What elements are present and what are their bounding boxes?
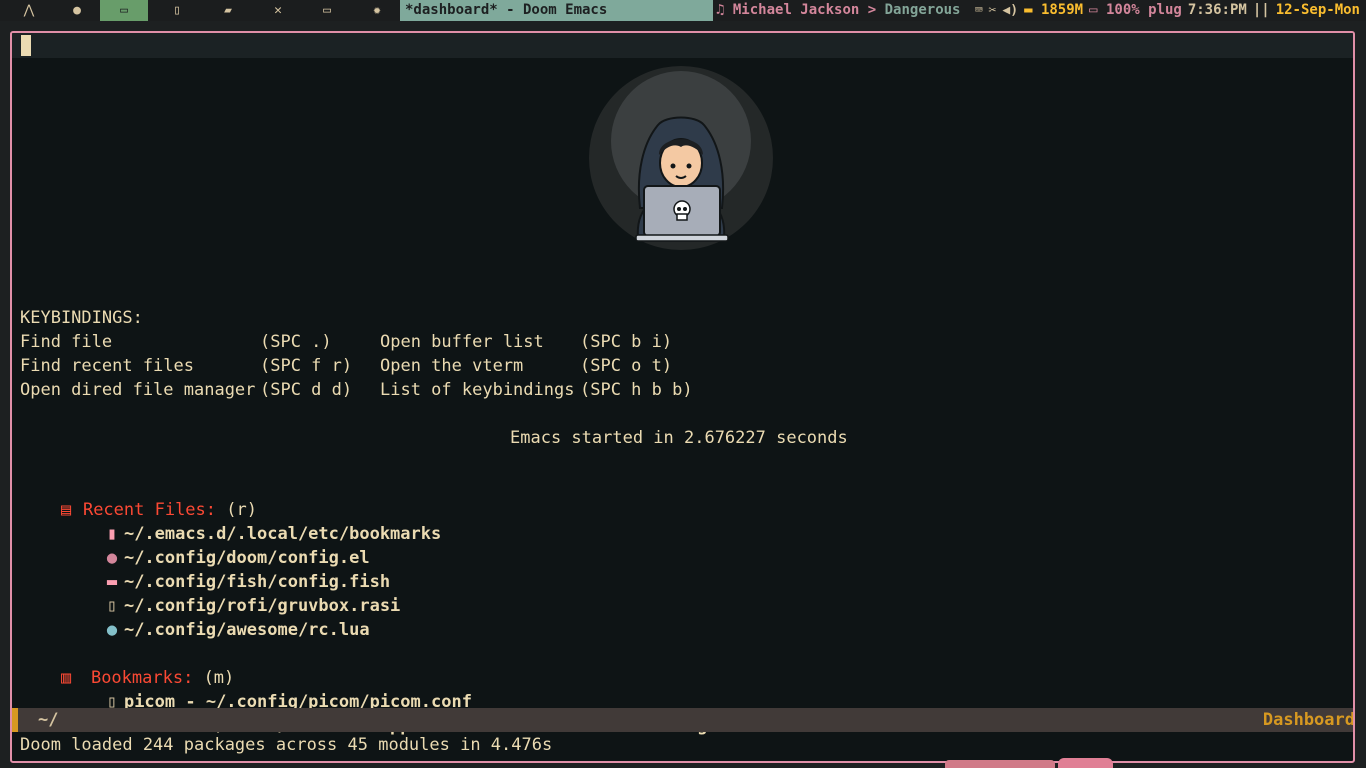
notebook-icon[interactable]: ▯ xyxy=(164,0,190,21)
status-widgets: ⌨ ✂ ◀) ▬ 1859M ▭ 100% plug 7:36:PM || 12… xyxy=(975,0,1360,21)
memory-widget: ▬ 1859M xyxy=(1024,0,1083,21)
date: 12-Sep-Mon xyxy=(1275,2,1360,18)
battery-icon: ▭ xyxy=(1089,2,1098,18)
keybinding-key: (SPC f r) xyxy=(260,356,353,376)
folder-icon[interactable]: ▰ xyxy=(215,0,241,21)
mode-line: ~/ Dashboard xyxy=(12,708,1353,732)
keybinding-label[interactable]: List of keybindings xyxy=(380,378,574,402)
window-title[interactable]: *dashboard* - Doom Emacs xyxy=(400,0,713,21)
keybinding-key: (SPC o t) xyxy=(580,356,673,376)
music-note-icon: ♫ xyxy=(716,2,725,18)
tools-icon[interactable]: ✕ xyxy=(265,0,291,21)
dashboard-banner-image xyxy=(589,66,773,250)
recent-file-path: ~/.config/awesome/rc.lua xyxy=(123,620,370,640)
text-cursor xyxy=(21,35,31,56)
wallpaper-glimpse xyxy=(1058,758,1113,768)
volume-icon[interactable]: ◀) xyxy=(1002,0,1018,21)
header-line xyxy=(12,33,1353,58)
keybinding-key: (SPC h b b) xyxy=(580,380,693,400)
music-widget[interactable]: ♫ Michael Jackson > Dangerous xyxy=(716,0,960,21)
wallpaper-glimpse xyxy=(945,760,1055,768)
keybinding-key: (SPC .) xyxy=(260,332,332,352)
gear-icon[interactable]: ✹ xyxy=(364,0,390,21)
memory-icon: ▬ xyxy=(1024,2,1033,18)
startup-message: Emacs started in 2.676227 seconds xyxy=(510,428,848,448)
mode-line-indicator xyxy=(12,708,18,732)
battery-widget: ▭ 100% plug xyxy=(1089,0,1182,21)
keybinding-label[interactable]: Open buffer list xyxy=(380,330,544,354)
keybindings-title: KEYBINDINGS: xyxy=(20,308,143,328)
clock-separator: || xyxy=(1252,2,1270,18)
keybinding-label[interactable]: Open the vterm xyxy=(380,354,523,378)
keybinding-label[interactable]: Open dired file manager xyxy=(20,378,255,402)
mode-line-path[interactable]: ~/ xyxy=(38,708,58,732)
firefox-icon[interactable]: ● xyxy=(64,0,90,21)
monitor-icon[interactable]: ▭ xyxy=(314,0,340,21)
keybinding-key: (SPC b i) xyxy=(580,332,673,352)
scissors-icon[interactable]: ✂ xyxy=(989,0,997,21)
keybinding-key: (SPC d d) xyxy=(260,380,353,400)
keyboard-icon[interactable]: ⌨ xyxy=(975,0,983,21)
emacs-window[interactable]: KEYBINDINGS: Find file (SPC .) Open buff… xyxy=(10,31,1355,763)
awesome-icon[interactable]: ⋀ xyxy=(16,0,42,21)
echo-area: Doom loaded 244 packages across 45 modul… xyxy=(20,735,553,755)
music-album: Dangerous xyxy=(884,2,961,18)
lua-icon: ● xyxy=(106,620,118,640)
mode-line-buffer-name[interactable]: Dashboard xyxy=(1263,708,1353,732)
battery-value: 100% plug xyxy=(1105,2,1182,18)
keybinding-label[interactable]: Find recent files xyxy=(20,354,194,378)
music-separator: > xyxy=(867,2,877,18)
clock: 7:36:PM xyxy=(1187,2,1247,18)
memory-value: 1859M xyxy=(1040,2,1084,18)
top-panel: ⋀ ● ▭ ▯ ▰ ✕ ▭ ✹ *dashboard* - Doom Emacs… xyxy=(0,0,1366,21)
keybinding-label[interactable]: Find file xyxy=(20,330,112,354)
music-artist: Michael Jackson xyxy=(732,2,860,18)
terminal-icon[interactable]: ▭ xyxy=(100,0,148,21)
